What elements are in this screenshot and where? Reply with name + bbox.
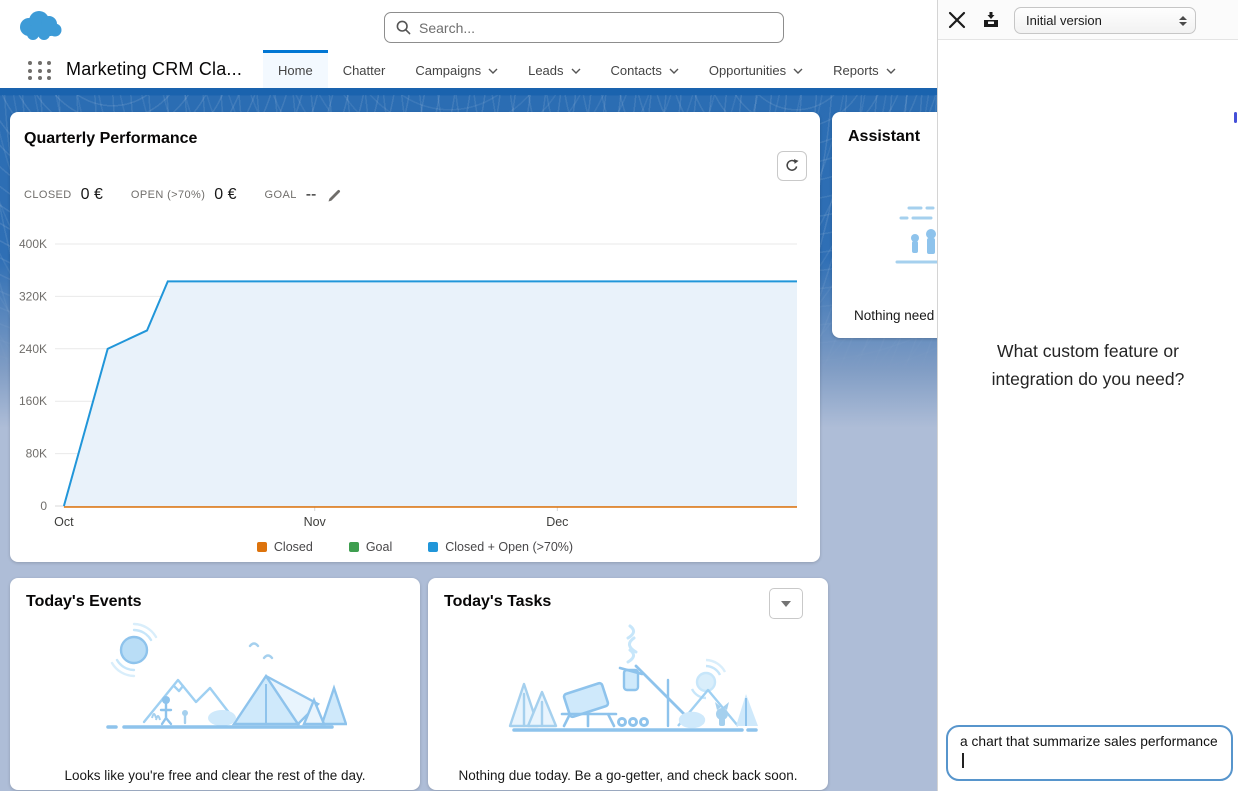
chevron-down-icon [669,68,679,74]
chevron-down-icon [488,68,498,74]
y-axis-tick-label: 240K [19,342,47,356]
x-axis-tick-label: Dec [546,515,568,529]
y-axis-tick-label: 0 [40,499,47,513]
stat-closed-value: 0 € [81,186,103,204]
primary-nav: Home Chatter Campaigns Leads Contacts Op… [263,50,911,88]
assistant-title: Assistant [848,128,920,146]
tab-opportunities[interactable]: Opportunities [694,50,818,88]
tab-campaigns[interactable]: Campaigns [400,50,513,88]
edit-goal-button[interactable] [327,188,342,203]
quarterly-performance-title: Quarterly Performance [24,130,197,148]
builder-prompt-question: What custom feature or integration do yo… [968,338,1208,393]
todays-events-title: Today's Events [26,593,142,611]
tab-contacts[interactable]: Contacts [596,50,694,88]
y-axis-tick-label: 160K [19,394,47,408]
todays-events-card: Today's Events [10,578,420,790]
dropdown-arrow-icon [781,601,791,607]
stat-goal-label: GOAL [265,189,297,201]
tasks-menu-button[interactable] [769,588,803,619]
legend-label-closed-open: Closed + Open (>70%) [445,540,573,554]
todays-events-empty-text: Looks like you're free and clear the res… [10,768,420,783]
archive-save-icon [981,10,1001,30]
y-axis-tick-label: 400K [19,237,47,251]
global-search[interactable] [384,12,784,43]
tasks-campfire-illustration [500,618,765,753]
events-camping-illustration [82,618,347,753]
tab-chatter-label: Chatter [343,63,386,78]
legend-swatch-goal [349,542,359,552]
feature-request-input[interactable]: a chart that summarize sales performance [946,725,1233,781]
version-select[interactable]: Initial version [1014,7,1196,34]
tab-reports-label: Reports [833,63,879,78]
tab-contacts-label: Contacts [611,63,662,78]
version-select-value: Initial version [1026,13,1179,28]
todays-tasks-empty-text: Nothing due today. Be a go-getter, and c… [428,768,828,783]
search-input[interactable] [419,20,783,36]
builder-panel: Initial version What custom feature or i… [937,0,1238,791]
x-axis-tick-label: Oct [54,515,74,529]
stat-open-value: 0 € [214,186,236,204]
salesforce-cloud-logo-icon [14,8,66,46]
tab-leads-label: Leads [528,63,563,78]
pencil-icon [327,188,342,203]
legend-item-closed: Closed [257,540,313,554]
save-version-button[interactable] [980,9,1002,31]
tab-leads[interactable]: Leads [513,50,595,88]
app-title: Marketing CRM Cla... [66,59,242,80]
stat-goal-value: -- [306,186,317,204]
stat-open-label: OPEN (>70%) [131,189,205,201]
tab-reports[interactable]: Reports [818,50,911,88]
chevron-down-icon [571,68,581,74]
legend-label-closed: Closed [274,540,313,554]
todays-tasks-title: Today's Tasks [444,593,551,611]
refresh-icon [784,158,800,174]
legend-item-goal: Goal [349,540,392,554]
text-cursor [962,753,964,768]
chevron-down-icon [886,68,896,74]
legend-swatch-closed [257,542,267,552]
close-panel-button[interactable] [945,8,969,32]
assistant-empty-text: Nothing need [854,308,934,323]
todays-tasks-card: Today's Tasks [428,578,828,790]
tab-chatter[interactable]: Chatter [328,50,401,88]
close-icon [948,11,966,29]
tab-campaigns-label: Campaigns [415,63,481,78]
salesforce-home-page: Marketing CRM Cla... Home Chatter Campai… [0,0,1238,791]
builder-panel-header: Initial version [938,0,1238,40]
x-axis-tick-label: Nov [304,515,327,529]
chevron-down-icon [793,68,803,74]
quarterly-performance-card: Quarterly Performance CLOSED 0 € OPEN (>… [10,112,820,562]
quarterly-performance-chart: 0 80K 160K 240K 320K 400K Oct Nov Dec [10,228,810,538]
legend-item-closed-open: Closed + Open (>70%) [428,540,573,554]
stat-goal: GOAL -- [265,186,343,204]
tab-home-label: Home [278,63,313,78]
legend-label-goal: Goal [366,540,392,554]
legend-swatch-closed-open [428,542,438,552]
select-updown-arrows-icon [1179,16,1187,26]
search-icon [396,20,411,35]
closed-open-area [64,281,797,506]
stat-closed: CLOSED 0 € [24,186,103,204]
app-launcher-waffle-icon[interactable] [28,61,54,81]
quarterly-performance-stats: CLOSED 0 € OPEN (>70%) 0 € GOAL -- [24,186,342,204]
refresh-button[interactable] [777,151,807,181]
y-axis-tick-label: 80K [26,447,47,461]
tab-opportunities-label: Opportunities [709,63,786,78]
tab-home[interactable]: Home [263,50,328,88]
stat-open: OPEN (>70%) 0 € [131,186,237,204]
feature-request-input-value: a chart that summarize sales performance [960,734,1218,749]
chart-legend: Closed Goal Closed + Open (>70%) [10,540,820,554]
panel-scrollbar-thumb[interactable] [1234,112,1237,123]
y-axis-tick-label: 320K [19,289,47,303]
stat-closed-label: CLOSED [24,189,72,201]
